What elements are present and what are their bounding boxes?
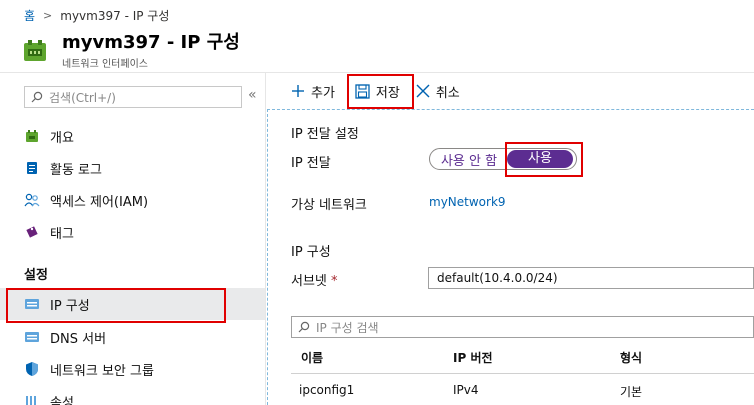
ip-config-section-title: IP 구성 bbox=[291, 245, 331, 260]
page-title: myvm397 - IP 구성 bbox=[62, 32, 240, 53]
plus-icon bbox=[291, 84, 305, 98]
sidebar-search-placeholder: 검색(Ctrl+/) bbox=[49, 90, 116, 105]
sidebar-item-overview[interactable]: 개요 bbox=[0, 120, 265, 152]
cancel-button-label: 취소 bbox=[435, 85, 460, 101]
subnet-label-text: 서브넷 bbox=[291, 274, 327, 289]
sidebar-item-activity-log[interactable]: 활동 로그 bbox=[0, 152, 265, 184]
sidebar-item-dns-servers[interactable]: DNS 서버 bbox=[0, 321, 265, 353]
search-icon bbox=[31, 91, 43, 103]
table-cell-name[interactable]: ipconfig1 bbox=[299, 383, 354, 397]
required-mark: * bbox=[331, 274, 338, 289]
overview-icon bbox=[24, 128, 40, 144]
search-icon bbox=[298, 321, 310, 333]
add-button[interactable]: 추가 bbox=[285, 78, 341, 104]
sidebar-item-label: DNS 서버 bbox=[50, 331, 107, 347]
close-icon bbox=[416, 84, 430, 98]
toggle-option-disabled[interactable]: 사용 안 함 bbox=[431, 150, 507, 169]
tag-icon bbox=[24, 224, 40, 240]
sidebar-item-label: 활동 로그 bbox=[50, 162, 102, 178]
breadcrumb-separator: > bbox=[43, 8, 53, 22]
dns-server-icon bbox=[24, 329, 40, 345]
sidebar-item-properties[interactable]: 속성 bbox=[0, 385, 265, 405]
vnet-label: 가상 네트워크 bbox=[291, 198, 367, 213]
breadcrumb-current: myvm397 - IP 구성 bbox=[60, 8, 170, 23]
highlight-save-button bbox=[347, 74, 414, 109]
sidebar-item-label: 개요 bbox=[50, 130, 74, 146]
ip-forwarding-section-title: IP 전달 설정 bbox=[291, 127, 359, 142]
table-cell-ip-version: IPv4 bbox=[453, 383, 479, 397]
ip-config-search-input[interactable]: IP 구성 검색 bbox=[291, 316, 754, 338]
sidebar: 검색(Ctrl+/) « 개요 활동 로그 액세스 제어(IAM) 태그 설정 … bbox=[0, 73, 266, 405]
sidebar-item-label: 네트워크 보안 그룹 bbox=[50, 363, 154, 379]
settings-section-title: 설정 bbox=[24, 268, 48, 283]
panel-border bbox=[267, 109, 268, 405]
vnet-link[interactable]: myNetwork9 bbox=[429, 195, 506, 209]
iam-icon bbox=[24, 192, 40, 208]
breadcrumb: 홈 > myvm397 - IP 구성 bbox=[24, 6, 169, 24]
column-header-name[interactable]: 이름 bbox=[301, 349, 323, 366]
sidebar-item-label: 액세스 제어(IAM) bbox=[50, 194, 149, 210]
subnet-label: 서브넷 * bbox=[291, 270, 338, 289]
highlight-enabled-toggle bbox=[505, 142, 583, 177]
sidebar-item-nsg[interactable]: 네트워크 보안 그룹 bbox=[0, 353, 265, 385]
cancel-button[interactable]: 취소 bbox=[410, 78, 466, 104]
ip-forwarding-label: IP 전달 bbox=[291, 156, 331, 171]
activity-log-icon bbox=[24, 160, 40, 176]
sidebar-item-label: 속성 bbox=[50, 395, 74, 405]
column-header-type[interactable]: 형식 bbox=[620, 349, 642, 366]
table-header-divider bbox=[291, 373, 754, 374]
page-header: myvm397 - IP 구성 네트워크 인터페이스 bbox=[22, 32, 240, 70]
sidebar-item-tags[interactable]: 태그 bbox=[0, 216, 265, 248]
nsg-icon bbox=[24, 361, 40, 377]
sidebar-search-input[interactable]: 검색(Ctrl+/) bbox=[24, 86, 242, 108]
main-panel: 추가 저장 취소 IP 전달 설정 IP 전달 사용 안 함 사용 가상 네트워… bbox=[267, 73, 754, 405]
sidebar-item-label: 태그 bbox=[50, 226, 74, 242]
toolbar: 추가 저장 취소 bbox=[267, 73, 754, 109]
highlight-ip-config bbox=[6, 288, 226, 323]
column-header-ip-version[interactable]: IP 버전 bbox=[453, 349, 493, 366]
subnet-select[interactable]: default(10.4.0.0/24) bbox=[428, 267, 754, 289]
page-subtitle: 네트워크 인터페이스 bbox=[62, 59, 148, 70]
table-cell-type: 기본 bbox=[620, 385, 643, 399]
breadcrumb-home-link[interactable]: 홈 bbox=[24, 7, 35, 24]
network-interface-icon bbox=[22, 38, 48, 64]
properties-icon bbox=[24, 393, 40, 405]
ip-config-search-placeholder: IP 구성 검색 bbox=[316, 320, 379, 335]
toolbar-divider bbox=[267, 109, 754, 110]
collapse-sidebar-button[interactable]: « bbox=[248, 87, 257, 103]
sidebar-item-iam[interactable]: 액세스 제어(IAM) bbox=[0, 184, 265, 216]
add-button-label: 추가 bbox=[311, 85, 335, 101]
